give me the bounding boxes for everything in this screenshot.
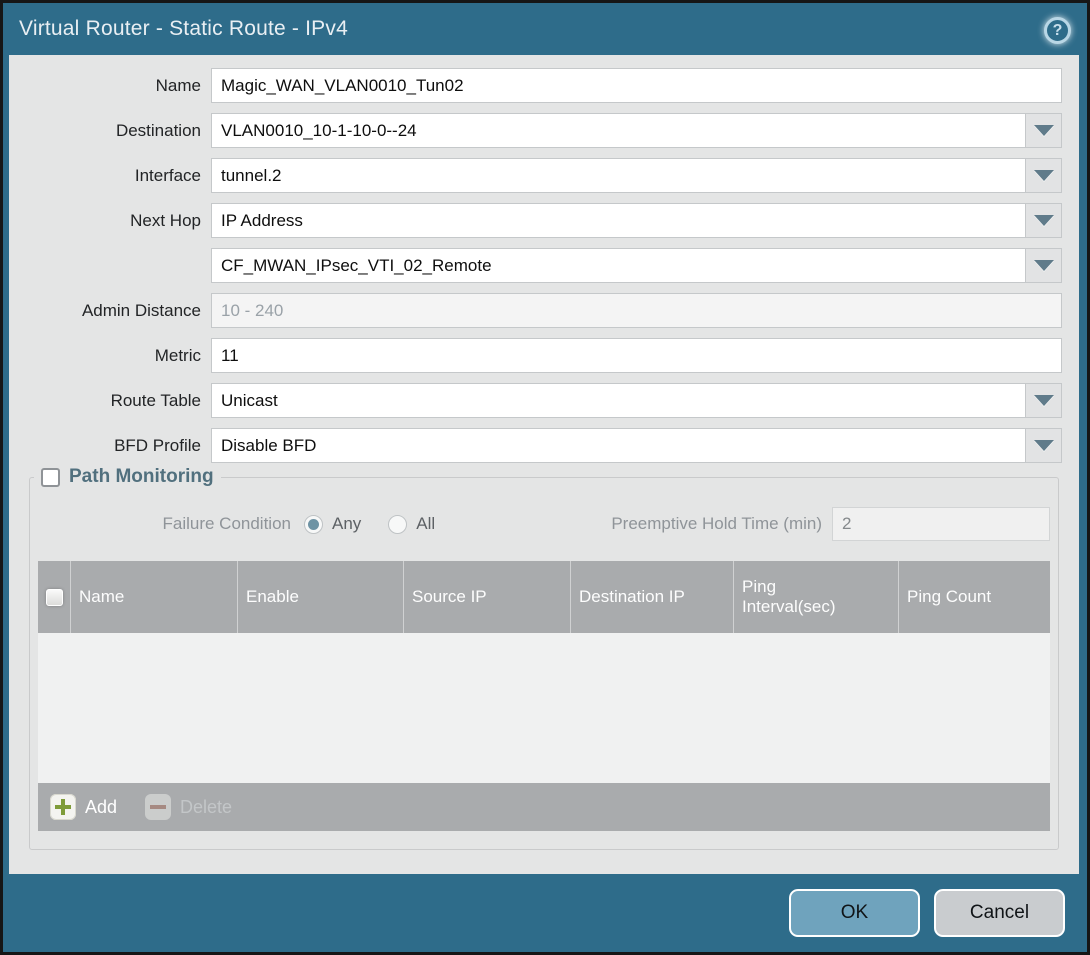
destination-label: Destination bbox=[9, 121, 211, 141]
chevron-down-icon bbox=[1034, 260, 1054, 271]
next-hop-address-input[interactable] bbox=[211, 248, 1026, 283]
radio-selected-dot bbox=[308, 519, 319, 530]
form-row-route-table: Route Table bbox=[9, 383, 1062, 418]
help-icon[interactable]: ? bbox=[1044, 17, 1071, 44]
preemptive-hold-time-input bbox=[832, 507, 1050, 541]
form-row-next-hop-address bbox=[9, 248, 1062, 283]
form-row-next-hop: Next Hop bbox=[9, 203, 1062, 238]
radio-all-label: All bbox=[416, 514, 435, 534]
metric-input[interactable] bbox=[211, 338, 1062, 373]
name-label: Name bbox=[9, 76, 211, 96]
form-row-interface: Interface bbox=[9, 158, 1062, 193]
table-header-destination-ip: Destination IP bbox=[570, 561, 733, 633]
ok-button[interactable]: OK bbox=[789, 889, 920, 937]
destination-dropdown-button[interactable] bbox=[1026, 113, 1062, 148]
admin-distance-input[interactable] bbox=[211, 293, 1062, 328]
next-hop-dropdown-button[interactable] bbox=[1026, 203, 1062, 238]
chevron-down-icon bbox=[1034, 440, 1054, 451]
failure-condition-row: Failure Condition Any All Preemptive Hol… bbox=[38, 506, 1050, 542]
add-button[interactable]: Add bbox=[50, 794, 117, 820]
radio-all[interactable] bbox=[388, 515, 407, 534]
form-row-destination: Destination bbox=[9, 113, 1062, 148]
cancel-button[interactable]: Cancel bbox=[934, 889, 1065, 937]
table-header-enable: Enable bbox=[237, 561, 403, 633]
failure-condition-any-option[interactable]: Any bbox=[304, 514, 361, 534]
metric-label: Metric bbox=[9, 346, 211, 366]
add-button-label: Add bbox=[85, 797, 117, 818]
delete-button[interactable]: Delete bbox=[145, 794, 232, 820]
table-empty-body bbox=[38, 633, 1050, 783]
next-hop-label: Next Hop bbox=[9, 211, 211, 231]
table-header-name: Name bbox=[70, 561, 237, 633]
path-monitoring-table: Name Enable Source IP Destination IP Pin… bbox=[38, 561, 1050, 831]
static-route-dialog: Virtual Router - Static Route - IPv4 ? N… bbox=[0, 0, 1090, 955]
radio-any-label: Any bbox=[332, 514, 361, 534]
failure-condition-label: Failure Condition bbox=[38, 514, 304, 534]
table-header-ping-interval: Ping Interval(sec) bbox=[733, 561, 898, 633]
table-toolbar: Add Delete bbox=[38, 783, 1050, 831]
interface-input[interactable] bbox=[211, 158, 1026, 193]
table-header-source-ip: Source IP bbox=[403, 561, 570, 633]
route-table-label: Route Table bbox=[9, 391, 211, 411]
bfd-profile-dropdown-button[interactable] bbox=[1026, 428, 1062, 463]
failure-condition-all-option[interactable]: All bbox=[388, 514, 435, 534]
table-header-checkbox-cell bbox=[38, 561, 70, 633]
next-hop-address-dropdown-button[interactable] bbox=[1026, 248, 1062, 283]
interface-dropdown-button[interactable] bbox=[1026, 158, 1062, 193]
preemptive-hold-time-label: Preemptive Hold Time (min) bbox=[611, 514, 822, 534]
chevron-down-icon bbox=[1034, 215, 1054, 226]
plus-icon bbox=[50, 794, 76, 820]
bfd-profile-input[interactable] bbox=[211, 428, 1026, 463]
interface-label: Interface bbox=[9, 166, 211, 186]
dialog-title: Virtual Router - Static Route - IPv4 bbox=[19, 17, 348, 41]
delete-button-label: Delete bbox=[180, 797, 232, 818]
dialog-content: Name Destination Interface Next Hop bbox=[9, 55, 1079, 874]
radio-any[interactable] bbox=[304, 515, 323, 534]
path-monitoring-legend: Path Monitoring bbox=[34, 466, 221, 488]
form-row-name: Name bbox=[9, 68, 1062, 103]
preemptive-hold-time: Preemptive Hold Time (min) bbox=[611, 507, 1050, 541]
next-hop-type-input[interactable] bbox=[211, 203, 1026, 238]
select-all-checkbox[interactable] bbox=[46, 589, 63, 606]
minus-icon bbox=[145, 794, 171, 820]
form-row-bfd-profile: BFD Profile bbox=[9, 428, 1062, 463]
route-table-dropdown-button[interactable] bbox=[1026, 383, 1062, 418]
chevron-down-icon bbox=[1034, 395, 1054, 406]
dialog-titlebar: Virtual Router - Static Route - IPv4 ? bbox=[3, 3, 1087, 55]
form-row-metric: Metric bbox=[9, 338, 1062, 373]
table-header-row: Name Enable Source IP Destination IP Pin… bbox=[38, 561, 1050, 633]
path-monitoring-title: Path Monitoring bbox=[69, 466, 214, 488]
path-monitoring-section: Path Monitoring Failure Condition Any Al… bbox=[29, 477, 1059, 850]
form-row-admin-distance: Admin Distance bbox=[9, 293, 1062, 328]
path-monitoring-checkbox[interactable] bbox=[41, 468, 60, 487]
route-table-input[interactable] bbox=[211, 383, 1026, 418]
chevron-down-icon bbox=[1034, 125, 1054, 136]
table-header-ping-count: Ping Count bbox=[898, 561, 1050, 633]
bfd-profile-label: BFD Profile bbox=[9, 436, 211, 456]
destination-input[interactable] bbox=[211, 113, 1026, 148]
dialog-footer: OK Cancel bbox=[3, 874, 1087, 952]
admin-distance-label: Admin Distance bbox=[9, 301, 211, 321]
chevron-down-icon bbox=[1034, 170, 1054, 181]
name-input[interactable] bbox=[211, 68, 1062, 103]
